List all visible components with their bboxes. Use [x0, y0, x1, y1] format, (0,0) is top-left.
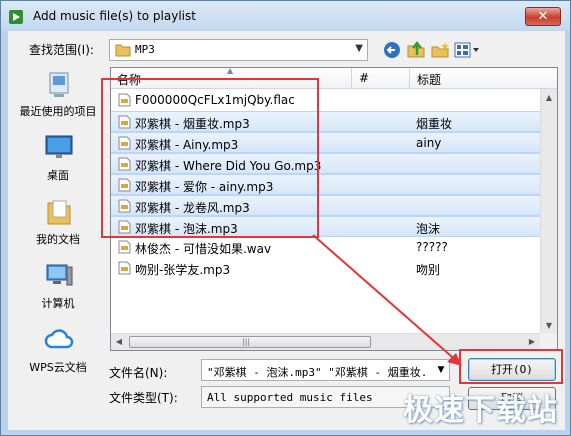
dialog-window: Add music file(s) to playlist ✕ 查找范围(I):… — [0, 0, 571, 436]
watermark: 极速下载站 — [403, 393, 558, 428]
annotation-arrow — [312, 234, 462, 366]
